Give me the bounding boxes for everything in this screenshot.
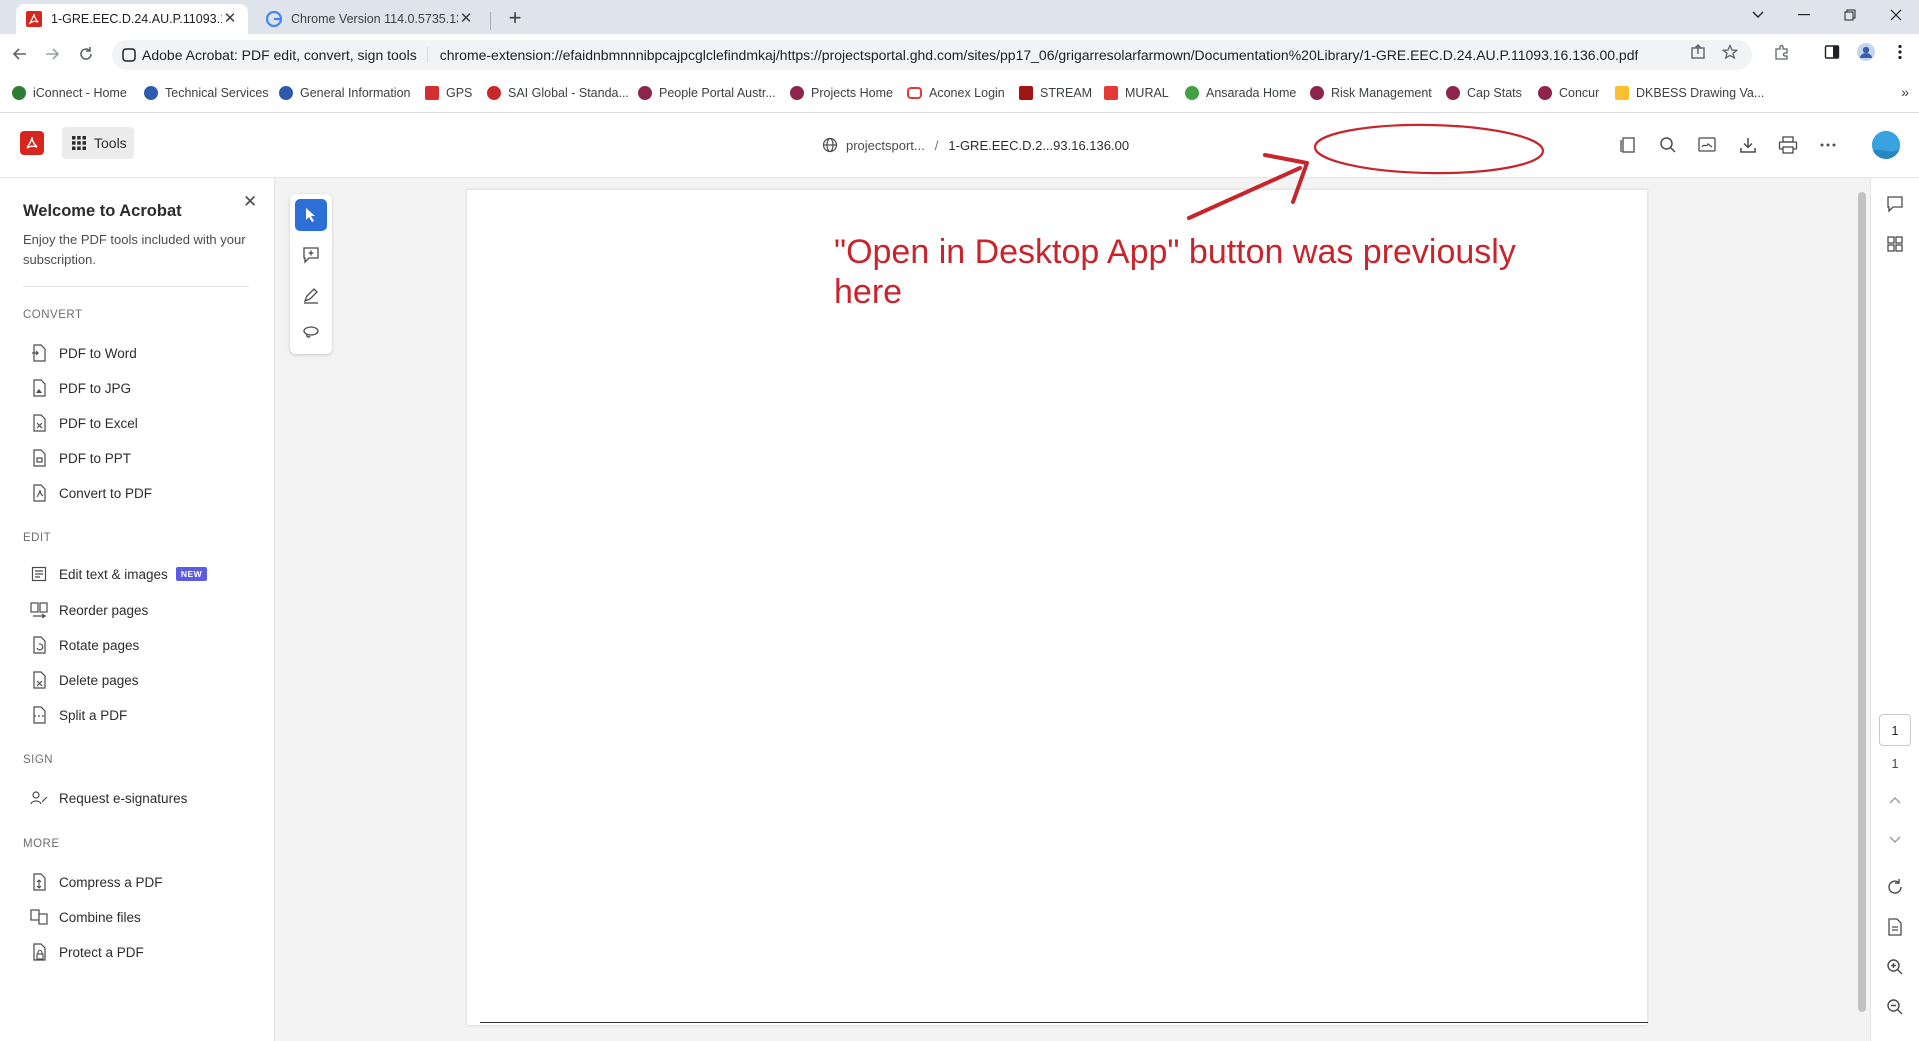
annotation-text: "Open in Desktop App" button was previou… xyxy=(834,233,1516,311)
current-page-input[interactable]: 1 xyxy=(1879,714,1911,746)
comments-icon[interactable] xyxy=(1883,192,1907,216)
annotation-overlay xyxy=(1187,123,1545,220)
apps-grid-icon[interactable] xyxy=(1883,232,1907,256)
scrollbar-thumb[interactable] xyxy=(1858,192,1866,1012)
annotation-arrow xyxy=(1187,166,1302,220)
document-scrollbar[interactable] xyxy=(1855,178,1869,1041)
rotate-view-icon[interactable] xyxy=(1883,875,1907,899)
page-up-chevron-icon[interactable] xyxy=(1883,788,1907,812)
annotation-arrow-head xyxy=(1263,153,1309,204)
annotation-circle xyxy=(1313,123,1545,175)
zoom-out-icon[interactable] xyxy=(1883,995,1907,1019)
page-fit-icon[interactable] xyxy=(1883,915,1907,939)
zoom-in-icon[interactable] xyxy=(1883,955,1907,979)
total-pages: 1 xyxy=(1891,756,1899,771)
page-down-chevron-icon[interactable] xyxy=(1883,828,1907,852)
right-rail: 1 1 xyxy=(1870,178,1919,1041)
